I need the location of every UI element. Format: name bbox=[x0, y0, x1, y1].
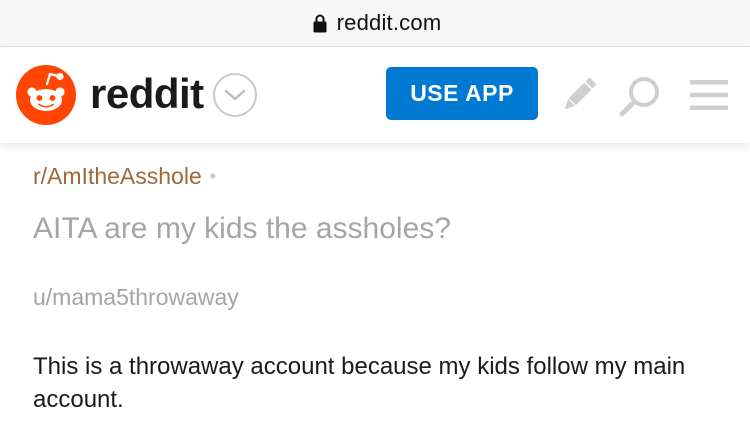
chevron-down-icon bbox=[224, 89, 246, 101]
lock-icon bbox=[313, 14, 327, 33]
reddit-wordmark[interactable]: reddit bbox=[90, 69, 204, 119]
subreddit-link[interactable]: r/AmItheAsshole bbox=[33, 163, 202, 190]
url-display[interactable]: reddit.com bbox=[313, 10, 442, 36]
use-app-button[interactable]: USE APP bbox=[386, 67, 538, 120]
meta-separator: • bbox=[209, 166, 217, 186]
post-title[interactable]: AITA are my kids the assholes? bbox=[33, 210, 451, 248]
url-text: reddit.com bbox=[336, 10, 442, 35]
search-icon[interactable] bbox=[616, 72, 664, 120]
post-body-text: This is a throwaway account because my k… bbox=[33, 353, 686, 413]
browser-url-bar[interactable]: reddit.com bbox=[0, 0, 750, 47]
reddit-alien-logo-icon[interactable] bbox=[16, 65, 76, 125]
post-author-link[interactable]: u/mama5throwaway bbox=[33, 284, 239, 311]
pencil-icon[interactable] bbox=[557, 73, 601, 117]
reddit-header: reddit USE APP bbox=[0, 47, 750, 143]
post-meta: r/AmItheAsshole • bbox=[33, 163, 216, 190]
menu-icon[interactable] bbox=[690, 78, 728, 112]
community-dropdown-button[interactable] bbox=[213, 73, 257, 117]
